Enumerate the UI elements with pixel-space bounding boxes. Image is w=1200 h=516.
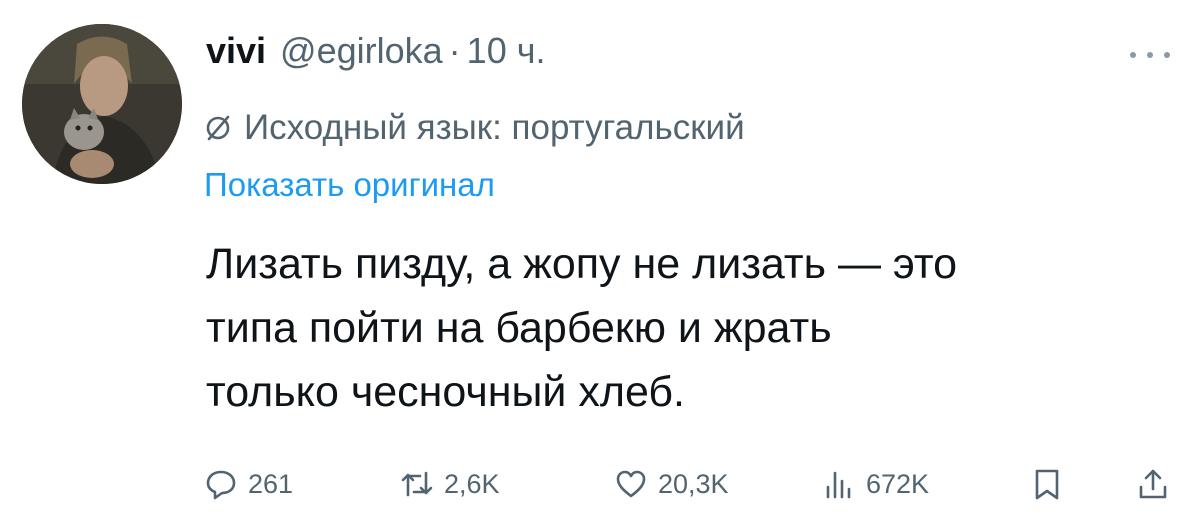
views-button[interactable]: 672K (822, 462, 929, 506)
like-button[interactable]: 20,3K (614, 462, 729, 506)
retweet-icon (401, 471, 433, 497)
more-dot (1147, 52, 1153, 58)
retweet-count: 2,6K (444, 468, 500, 499)
views-count: 672K (866, 468, 930, 499)
author-handle[interactable]: @egirloka (280, 30, 443, 72)
more-dot (1130, 52, 1136, 58)
action-bar: 261 2,6K 20,3K 672K (204, 462, 1174, 506)
bookmark-button[interactable] (1030, 462, 1064, 506)
translate-icon (206, 115, 230, 141)
reply-icon (206, 470, 236, 500)
tweet-text: Лизать пизду, а жопу не лизать — это тип… (206, 232, 1186, 424)
more-dots-icon[interactable] (1130, 48, 1170, 62)
heart-icon (616, 470, 646, 498)
bookmark-icon (1035, 469, 1059, 500)
tweet-timestamp[interactable]: 10 ч. (467, 30, 546, 72)
retweet-button[interactable]: 2,6K (400, 462, 500, 506)
share-icon (1139, 469, 1167, 499)
views-icon (826, 471, 851, 499)
reply-count: 261 (248, 468, 294, 499)
separator-dot: · (448, 30, 461, 71)
tweet-text-line: только чесночный хлеб. (206, 368, 685, 416)
tweet-header: vivi @egirloka · 10 ч. (206, 30, 545, 74)
avatar[interactable] (22, 24, 182, 184)
share-button[interactable] (1136, 462, 1170, 506)
translation-notice: Исходный язык: португальский (204, 104, 745, 152)
tweet-text-line: Лизать пизду, а жопу не лизать — это (206, 240, 958, 288)
like-count: 20,3K (658, 468, 729, 499)
translation-notice-text: Исходный язык: португальский (244, 108, 745, 147)
show-original-link[interactable]: Показать оригинал (204, 166, 495, 210)
avatar-image (22, 24, 182, 184)
reply-button[interactable]: 261 (204, 462, 293, 506)
tweet-text-line: типа пойти на барбекю и жрать (206, 304, 832, 352)
more-dot (1164, 52, 1170, 58)
author-name[interactable]: vivi (206, 30, 266, 72)
